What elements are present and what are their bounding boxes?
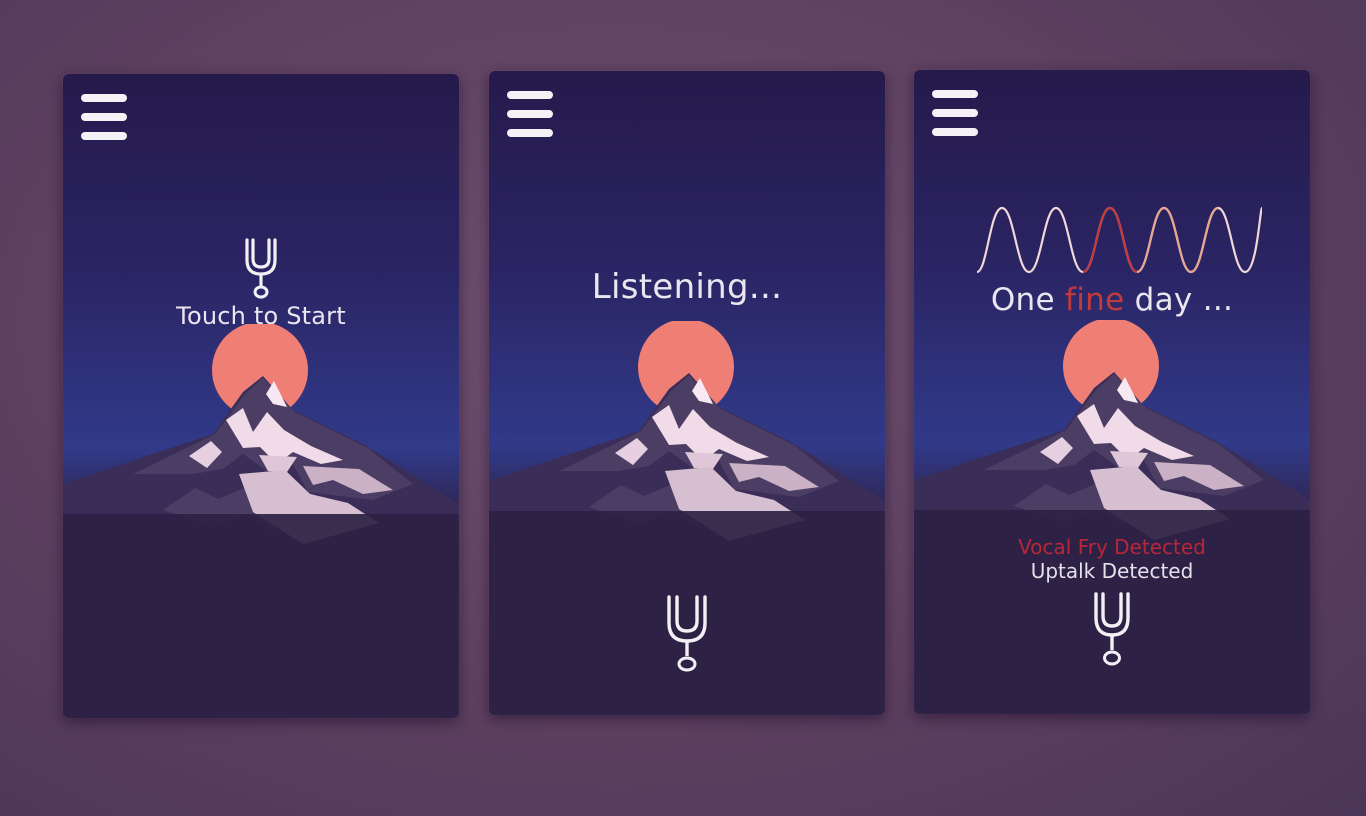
mountain-scene: [63, 324, 459, 718]
sound-wave: [976, 206, 1262, 274]
phrase-highlight: fine: [1065, 282, 1125, 318]
hamburger-menu-icon[interactable]: [81, 94, 127, 140]
result-screen[interactable]: One fine day ... Vocal Fry Detected Upta…: [914, 70, 1310, 714]
hamburger-menu-icon[interactable]: [932, 90, 978, 136]
start-screen[interactable]: Touch to Start: [63, 74, 459, 718]
tuning-fork-icon[interactable]: [663, 593, 711, 673]
uptalk-detection: Uptalk Detected: [1030, 559, 1194, 583]
phrase-transcript: One fine day ...: [914, 282, 1310, 318]
hamburger-menu-icon[interactable]: [507, 91, 553, 137]
tuning-fork-icon[interactable]: [241, 238, 281, 300]
listening-screen[interactable]: Listening...: [489, 71, 885, 715]
phrase-after: day ...: [1124, 282, 1234, 318]
listening-label: Listening...: [591, 267, 783, 307]
tuning-fork-icon[interactable]: [1090, 590, 1134, 668]
vocal-fry-detection: Vocal Fry Detected: [1018, 535, 1206, 559]
phrase-before: One: [990, 282, 1066, 318]
